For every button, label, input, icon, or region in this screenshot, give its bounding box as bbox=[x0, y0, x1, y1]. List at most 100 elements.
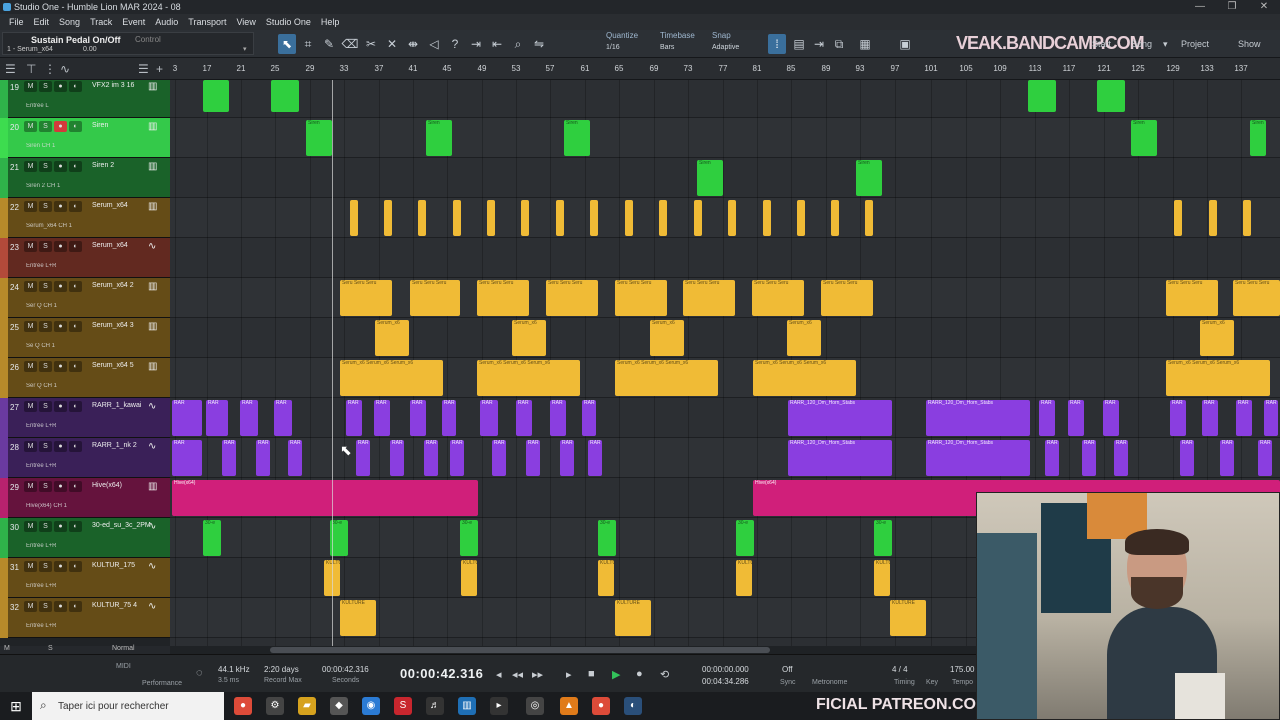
event-clip[interactable] bbox=[831, 200, 839, 236]
timebase-value[interactable]: Bars bbox=[660, 44, 674, 51]
event-clip[interactable]: RAR bbox=[1082, 440, 1096, 476]
chevron-down-icon[interactable]: ▾ bbox=[243, 45, 247, 53]
track-name[interactable]: Serum_x64 2 bbox=[92, 282, 134, 289]
track-input[interactable]: Siren 2 CH 1 bbox=[26, 183, 60, 189]
track-header[interactable]: 23 M S ● ◐ Serum_x64 Entrée L+R ∿ bbox=[0, 238, 170, 278]
solo-button[interactable]: S bbox=[39, 521, 52, 532]
event-clip[interactable]: Serum_x6 Serum_x6 Serum_x6 bbox=[477, 360, 580, 396]
layout-icon[interactable]: ▦ bbox=[856, 34, 874, 54]
track-header[interactable]: 26 M S ● ◐ Serum_x64 5 Ser Q CH 1 ▥ bbox=[0, 358, 170, 398]
event-clip[interactable]: Siren bbox=[564, 120, 590, 156]
track-name[interactable]: Hive(x64) bbox=[92, 482, 122, 489]
event-clip[interactable] bbox=[1209, 200, 1217, 236]
menu-view[interactable]: View bbox=[231, 17, 260, 27]
app-icon-9[interactable]: ▸ bbox=[490, 697, 508, 715]
track-input[interactable]: Serum_x64 CH 1 bbox=[26, 223, 72, 229]
settings-icon[interactable]: ⚙ bbox=[266, 697, 284, 715]
solo-button[interactable]: S bbox=[39, 201, 52, 212]
event-clip[interactable]: RAR bbox=[222, 440, 236, 476]
mute-tool-icon[interactable]: ✕ bbox=[383, 34, 401, 54]
monitor-button[interactable]: ◐ bbox=[69, 81, 82, 92]
track-lane[interactable] bbox=[170, 158, 1280, 198]
event-clip[interactable]: Serum_x6 Serum_x6 Serum_x6 bbox=[1166, 360, 1270, 396]
event-clip[interactable] bbox=[384, 200, 392, 236]
event-clip[interactable]: RAR bbox=[410, 400, 426, 436]
mute-button[interactable]: M bbox=[24, 481, 37, 492]
mute-all-button[interactable]: M bbox=[4, 645, 10, 652]
file-explorer-icon[interactable]: ▰ bbox=[298, 697, 316, 715]
event-clip[interactable]: Seru Seru Seru bbox=[1166, 280, 1218, 316]
mute-button[interactable]: M bbox=[24, 201, 37, 212]
eraser-tool-icon[interactable]: ⌫ bbox=[341, 34, 359, 54]
main-time-display[interactable]: 00:00:42.316 bbox=[400, 666, 483, 681]
app-icon-10[interactable]: ◎ bbox=[526, 697, 544, 715]
event-clip[interactable]: 30-e bbox=[203, 520, 221, 556]
track-name[interactable]: 30-ed_su_3c_2PM bbox=[92, 522, 151, 529]
event-clip[interactable]: KULTURE bbox=[890, 600, 926, 636]
event-clip[interactable]: RAR bbox=[1103, 400, 1119, 436]
minimize-button[interactable]: — bbox=[1184, 0, 1216, 14]
track-input[interactable]: Ser Q CH 1 bbox=[26, 383, 57, 389]
track-name[interactable]: KULTUR_175 bbox=[92, 562, 135, 569]
event-clip[interactable]: Serum_x6 bbox=[375, 320, 409, 356]
event-clip[interactable]: Seru Seru Seru bbox=[1233, 280, 1280, 316]
track-input[interactable]: Ser Q CH 1 bbox=[26, 303, 57, 309]
record-arm-button[interactable]: ● bbox=[54, 121, 67, 132]
range-tool-icon[interactable]: ⌗ bbox=[299, 34, 317, 54]
track-lane[interactable] bbox=[170, 318, 1280, 358]
menu-edit[interactable]: Edit bbox=[29, 17, 55, 27]
solo-button[interactable]: S bbox=[39, 361, 52, 372]
event-clip[interactable]: 30-e bbox=[874, 520, 892, 556]
event-clip[interactable]: RAR bbox=[206, 400, 228, 436]
event-clip[interactable]: KULTURE bbox=[615, 600, 651, 636]
record-arm-button[interactable]: ● bbox=[54, 81, 67, 92]
rewind-icon[interactable]: ◂◂ bbox=[512, 668, 523, 681]
maximize-button[interactable]: ❐ bbox=[1216, 0, 1248, 14]
tempo-value[interactable]: 175.00 bbox=[950, 665, 974, 674]
event-clip[interactable]: KULTURE bbox=[874, 560, 890, 596]
app-icon-4[interactable]: ◆ bbox=[330, 697, 348, 715]
track-header[interactable]: 20 M S ● ◐ Siren Siren CH 1 ▥ bbox=[0, 118, 170, 158]
record-arm-button[interactable]: ● bbox=[54, 321, 67, 332]
solo-button[interactable]: S bbox=[39, 601, 52, 612]
track-input[interactable]: Entrée L+R bbox=[26, 623, 57, 629]
record-arm-button[interactable]: ● bbox=[54, 481, 67, 492]
nav-start[interactable]: Start bbox=[1092, 39, 1111, 49]
event-clip[interactable]: Seru Seru Seru bbox=[683, 280, 735, 316]
monitor-button[interactable]: ◐ bbox=[69, 361, 82, 372]
event-clip[interactable]: 30-e bbox=[736, 520, 754, 556]
track-name[interactable]: Serum_x64 bbox=[92, 242, 128, 249]
event-clip[interactable]: RAR bbox=[560, 440, 574, 476]
menu-file[interactable]: File bbox=[4, 17, 29, 27]
bend-tool-icon[interactable]: ⇼ bbox=[404, 34, 422, 54]
record-arm-button[interactable]: ● bbox=[54, 561, 67, 572]
event-clip[interactable]: RAR bbox=[1068, 400, 1084, 436]
time-signature[interactable]: 4 / 4 bbox=[892, 665, 908, 674]
record-arm-button[interactable]: ● bbox=[54, 601, 67, 612]
event-clip[interactable] bbox=[763, 200, 771, 236]
solo-button[interactable]: S bbox=[39, 321, 52, 332]
monitor-button[interactable]: ◐ bbox=[69, 201, 82, 212]
instrument-control-panel[interactable]: Sustain Pedal On/Off Control 1 - Serum_x… bbox=[2, 32, 254, 55]
event-clip[interactable]: RARR_120_Dm_Horn_Stabs bbox=[926, 440, 1030, 476]
event-clip[interactable]: RAR bbox=[1039, 400, 1055, 436]
scrub-icon[interactable]: ⇋ bbox=[530, 34, 548, 54]
event-clip[interactable]: RAR bbox=[374, 400, 390, 436]
mute-button[interactable]: M bbox=[24, 281, 37, 292]
event-clip[interactable]: RAR bbox=[480, 400, 498, 436]
nav-song[interactable]: Song bbox=[1131, 39, 1152, 49]
play-icon[interactable]: ▶ bbox=[612, 668, 620, 681]
monitor-button[interactable]: ◐ bbox=[69, 561, 82, 572]
solo-button[interactable]: S bbox=[39, 81, 52, 92]
solo-button[interactable]: S bbox=[39, 241, 52, 252]
event-clip[interactable]: Serum_x6 Serum_x6 Serum_x6 bbox=[615, 360, 718, 396]
record-arm-button[interactable]: ● bbox=[54, 161, 67, 172]
event-clip[interactable] bbox=[728, 200, 736, 236]
track-header[interactable]: 28 M S ● ◐ RARR_1_nk 2 Entrée L+R ∿ bbox=[0, 438, 170, 478]
event-clip[interactable]: Serum_x6 bbox=[512, 320, 546, 356]
monitor-button[interactable]: ◐ bbox=[69, 121, 82, 132]
event-clip[interactable] bbox=[1028, 80, 1056, 112]
event-clip[interactable]: RAR bbox=[1180, 440, 1194, 476]
event-clip[interactable]: RAR bbox=[450, 440, 464, 476]
event-clip[interactable]: RAR bbox=[172, 400, 202, 436]
